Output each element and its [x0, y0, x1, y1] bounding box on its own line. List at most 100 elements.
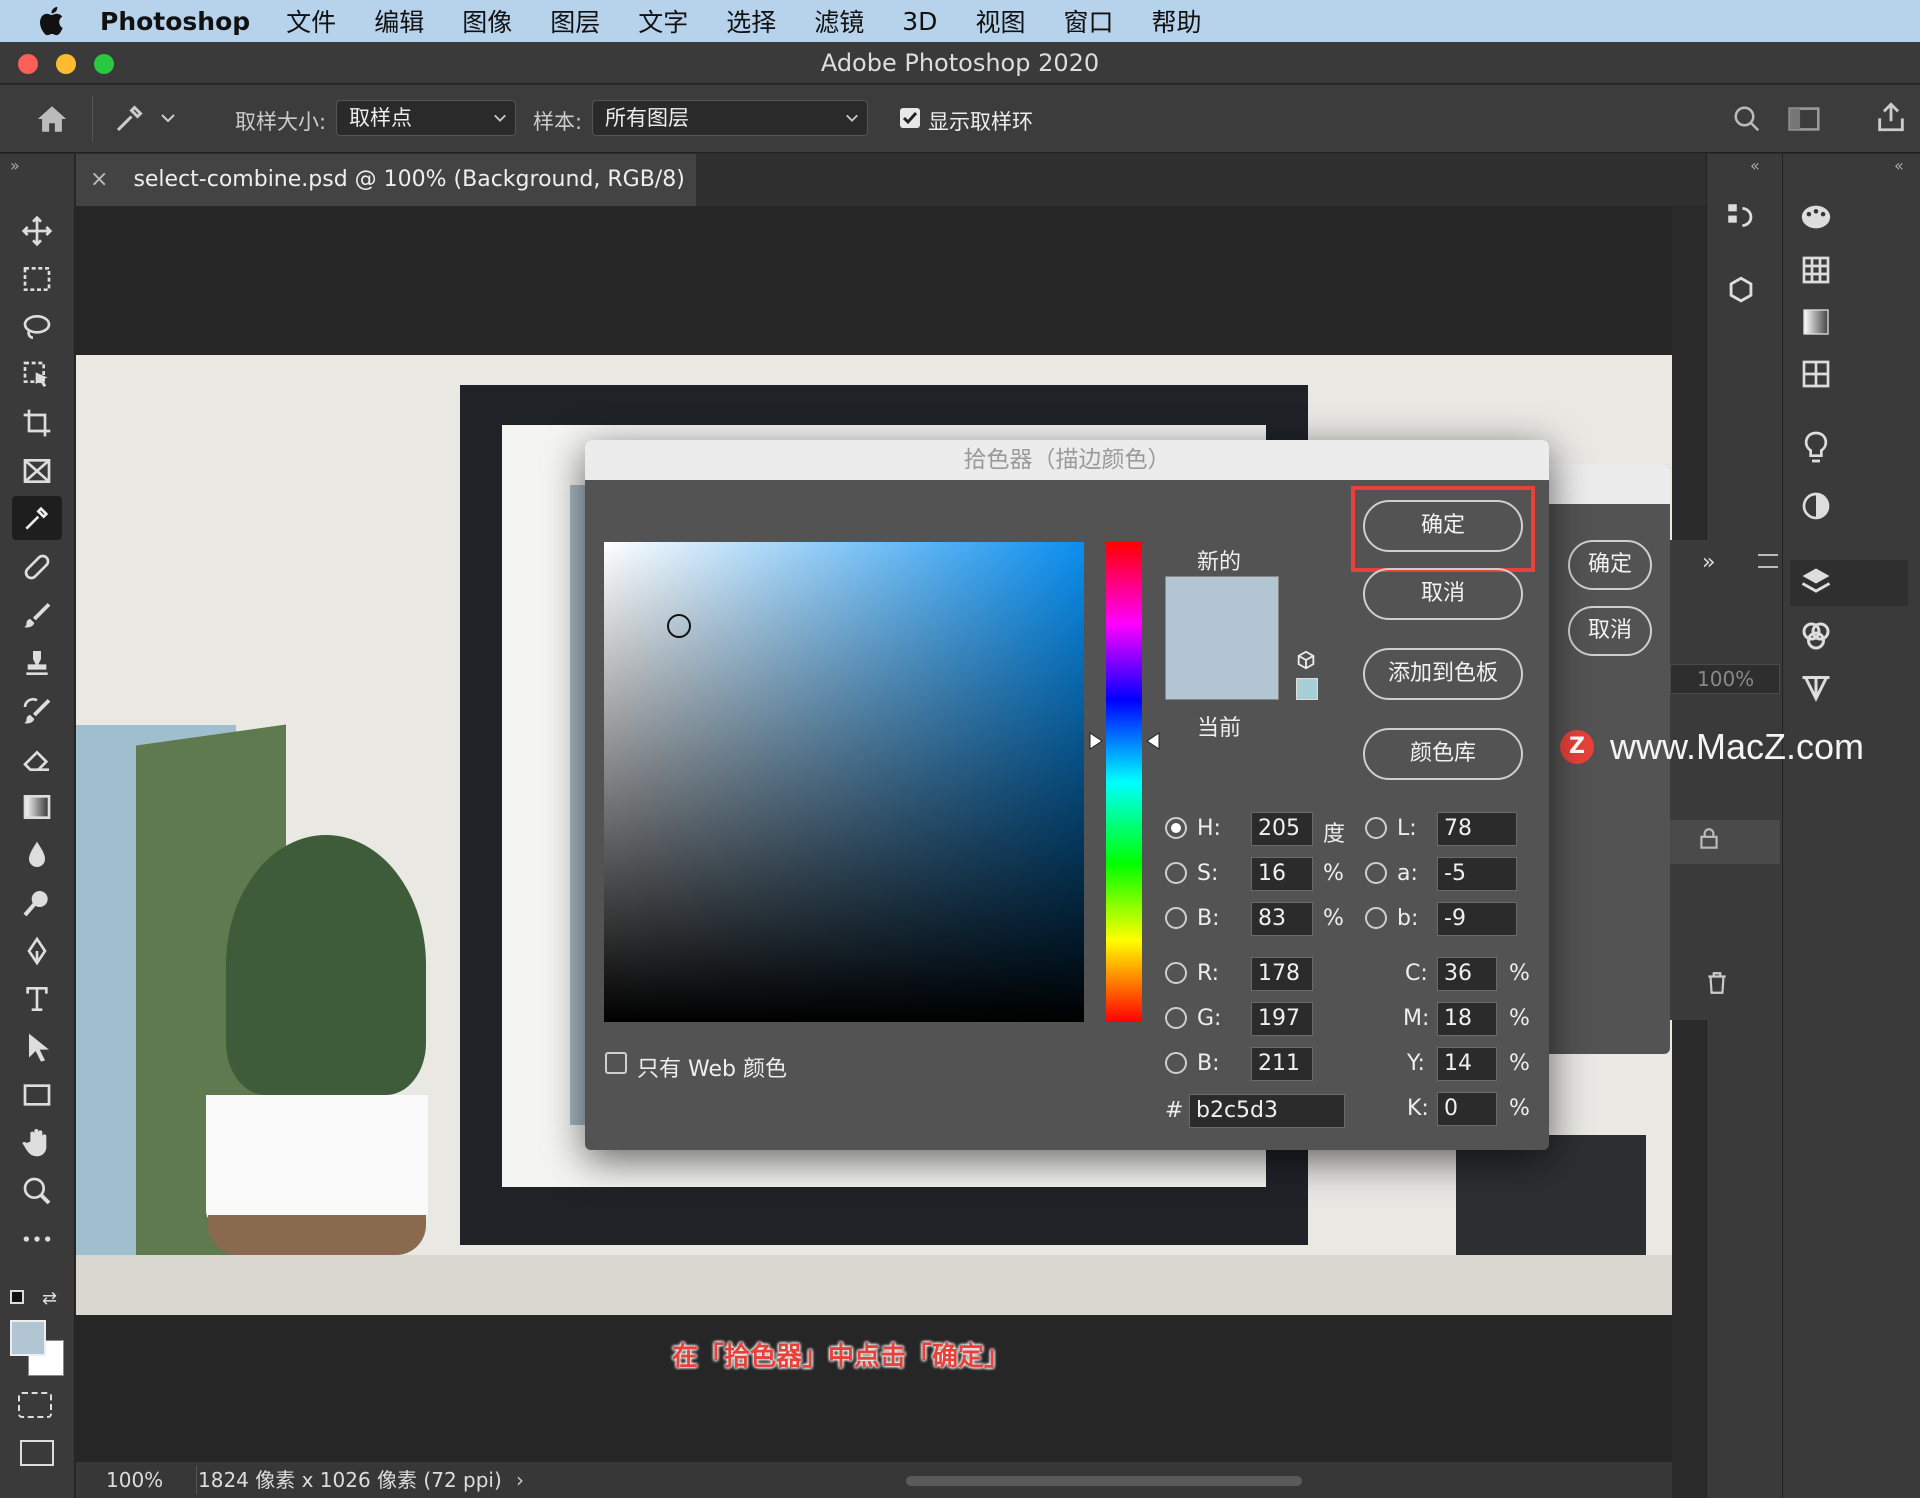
apple-icon[interactable] [36, 4, 70, 38]
lab-b-radio[interactable] [1365, 907, 1387, 929]
green-radio[interactable] [1165, 1007, 1187, 1029]
swap-colors-icon[interactable]: ⇄ [42, 1288, 57, 1309]
menu-app-name[interactable]: Photoshop [100, 7, 250, 36]
background-cancel-button[interactable]: 取消 [1568, 606, 1652, 656]
hue-radio[interactable] [1165, 817, 1187, 839]
zoom-window-button[interactable] [94, 54, 114, 74]
gamut-cube-icon[interactable] [1295, 648, 1317, 672]
move-tool[interactable] [18, 212, 56, 250]
eyedropper-tool[interactable] [12, 496, 62, 540]
hue-slider-right-arrow-icon[interactable] [1145, 732, 1161, 750]
magenta-field[interactable]: 18 [1437, 1002, 1497, 1036]
blue-field[interactable]: 211 [1251, 1047, 1313, 1081]
lightbulb-icon[interactable] [1800, 430, 1832, 468]
blue-radio[interactable] [1165, 1052, 1187, 1074]
collapse-arrows-icon[interactable]: « [1894, 156, 1904, 175]
menu-window[interactable]: 窗口 [1063, 3, 1113, 39]
menu-select[interactable]: 选择 [726, 3, 776, 39]
menu-edit[interactable]: 编辑 [374, 3, 424, 39]
gradients-icon[interactable] [1800, 306, 1832, 338]
menu-3d[interactable]: 3D [902, 7, 937, 36]
type-tool[interactable] [18, 980, 56, 1018]
saturation-field[interactable]: 16 [1251, 857, 1313, 891]
paths-icon[interactable] [1798, 670, 1834, 706]
yellow-field[interactable]: 14 [1437, 1047, 1497, 1081]
adjustments-icon[interactable] [1800, 490, 1832, 522]
sample-size-select[interactable]: 取样点 [336, 100, 516, 136]
hand-tool[interactable] [18, 1124, 56, 1162]
panel-menu-icon[interactable] [1758, 554, 1778, 568]
history-panel-icon[interactable] [1724, 200, 1758, 234]
search-icon[interactable] [1732, 104, 1762, 134]
color-field[interactable] [604, 542, 1084, 1022]
brightness-field[interactable]: 83 [1251, 902, 1313, 936]
add-to-swatches-button[interactable]: 添加到色板 [1363, 648, 1523, 700]
menu-file[interactable]: 文件 [286, 3, 336, 39]
lab-l-radio[interactable] [1365, 817, 1387, 839]
web-colors-only-checkbox[interactable] [605, 1052, 627, 1074]
red-field[interactable]: 178 [1251, 957, 1313, 991]
home-icon[interactable] [34, 102, 70, 136]
saturation-radio[interactable] [1165, 862, 1187, 884]
layer-row[interactable] [1670, 820, 1780, 864]
share-icon[interactable] [1874, 100, 1908, 134]
chevron-right-icon[interactable]: › [516, 1462, 524, 1498]
eraser-tool[interactable] [18, 740, 56, 778]
menu-image[interactable]: 图像 [462, 3, 512, 39]
screen-mode-icon[interactable] [20, 1440, 54, 1466]
chevron-down-icon[interactable] [160, 112, 176, 124]
red-radio[interactable] [1165, 962, 1187, 984]
lab-a-field[interactable]: -5 [1437, 857, 1517, 891]
lab-a-radio[interactable] [1365, 862, 1387, 884]
marquee-tool[interactable] [18, 260, 56, 298]
hue-slider-left-arrow-icon[interactable] [1088, 732, 1104, 750]
ok-button[interactable]: 确定 [1363, 500, 1523, 552]
trash-icon[interactable] [1704, 970, 1730, 996]
gradient-tool[interactable] [18, 788, 56, 826]
hue-field[interactable]: 205 [1251, 812, 1313, 846]
3d-panel-icon[interactable] [1724, 274, 1758, 308]
menu-filter[interactable]: 滤镜 [814, 3, 864, 39]
zoom-tool[interactable] [18, 1172, 56, 1210]
current-color-swatch[interactable] [1165, 638, 1279, 700]
web-safe-swatch[interactable] [1296, 678, 1318, 700]
path-selection-tool[interactable] [18, 1028, 56, 1066]
lab-b-field[interactable]: -9 [1437, 902, 1517, 936]
color-palette-icon[interactable] [1798, 200, 1834, 234]
collapse-arrows-icon[interactable]: « [1750, 156, 1760, 175]
panel-expand-icon[interactable]: » [1702, 550, 1715, 575]
menu-layer[interactable]: 图层 [550, 3, 600, 39]
expand-arrows-icon[interactable]: » [10, 156, 20, 175]
clone-stamp-tool[interactable] [18, 644, 56, 682]
color-libraries-button[interactable]: 颜色库 [1363, 728, 1523, 780]
green-field[interactable]: 197 [1251, 1002, 1313, 1036]
crop-tool[interactable] [18, 404, 56, 442]
swatches-grid-icon[interactable] [1800, 254, 1832, 286]
brightness-radio[interactable] [1165, 907, 1187, 929]
document-tab[interactable]: × select-combine.psd @ 100% (Background,… [76, 154, 696, 244]
lasso-tool[interactable] [18, 308, 56, 346]
eyedropper-tool-icon[interactable] [112, 100, 148, 136]
cyan-field[interactable]: 36 [1437, 957, 1497, 991]
rectangle-tool[interactable] [18, 1076, 56, 1114]
more-tools[interactable] [18, 1220, 56, 1258]
blur-tool[interactable] [18, 836, 56, 874]
background-ok-button[interactable]: 确定 [1568, 540, 1652, 590]
menu-type[interactable]: 文字 [638, 3, 688, 39]
menu-view[interactable]: 视图 [975, 3, 1025, 39]
healing-brush-tool[interactable] [18, 548, 56, 586]
zoom-level[interactable]: 100% [106, 1462, 163, 1498]
lab-l-field[interactable]: 78 [1437, 812, 1517, 846]
horizontal-scrollbar[interactable] [906, 1476, 1302, 1486]
default-colors-icon[interactable] [10, 1290, 24, 1304]
workspace-icon[interactable] [1788, 106, 1820, 132]
channels-icon[interactable] [1798, 618, 1834, 654]
dodge-tool[interactable] [18, 884, 56, 922]
history-brush-tool[interactable] [18, 692, 56, 730]
hex-field[interactable]: b2c5d3 [1189, 1094, 1345, 1128]
show-ring-label[interactable]: 显示取样环 [928, 106, 1033, 136]
pen-tool[interactable] [18, 932, 56, 970]
menu-help[interactable]: 帮助 [1151, 3, 1201, 39]
hue-slider[interactable] [1106, 542, 1142, 1022]
minimize-window-button[interactable] [56, 54, 76, 74]
